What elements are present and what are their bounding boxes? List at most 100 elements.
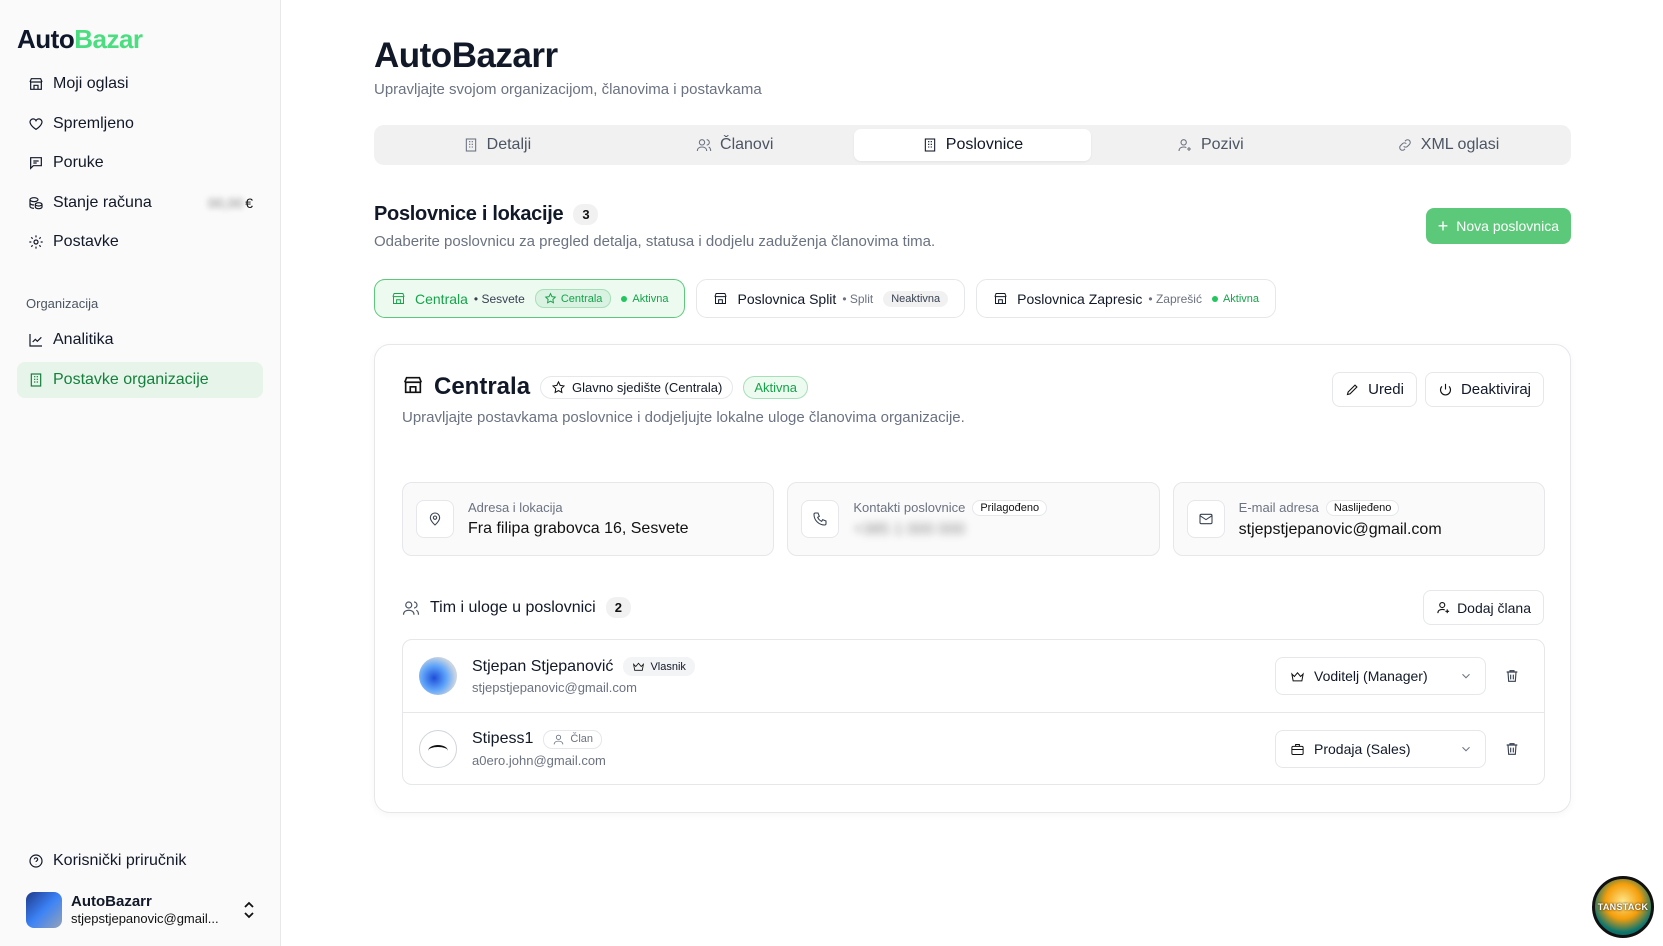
- member-tag: Član: [543, 729, 602, 749]
- new-branch-button[interactable]: + Nova poslovnica: [1425, 208, 1571, 244]
- tab-label: Pozivi: [1200, 136, 1244, 153]
- sidebar-item-postavke[interactable]: Postavke: [17, 224, 263, 260]
- card-actions: Uredi Deaktiviraj: [1324, 372, 1544, 407]
- branch-location: • Sesvete: [473, 291, 525, 306]
- user-plus-icon: [1437, 601, 1450, 614]
- building-icon: [924, 138, 935, 152]
- member-info: Stjepan Stjepanović Vlasnik stjepstjepan…: [472, 657, 695, 695]
- branch-name: Poslovnica Split: [737, 290, 837, 307]
- page-subtitle: Upravljajte svojom organizacijom, članov…: [374, 81, 762, 98]
- delete-member-button[interactable]: [1504, 741, 1520, 757]
- gear-icon: [27, 233, 45, 251]
- edit-button[interactable]: Uredi: [1332, 372, 1417, 407]
- store-icon: [714, 293, 728, 304]
- list-item: Stipess1 Član a0ero.john@gmail.com Proda…: [403, 712, 1544, 784]
- sidebar-item-moji-oglasi[interactable]: Moji oglasi: [17, 66, 263, 102]
- sidebar-item-poruke[interactable]: Poruke: [17, 145, 263, 181]
- role-select[interactable]: Prodaja (Sales): [1275, 730, 1486, 768]
- tab-pozivi[interactable]: Pozivi: [1091, 129, 1329, 161]
- tab-label: XML oglasi: [1420, 136, 1500, 153]
- add-member-button[interactable]: Dodaj člana: [1423, 590, 1544, 625]
- branch-selector: Centrala • Sesvete Centrala Aktivna Posl…: [374, 279, 1287, 319]
- users-icon: [402, 600, 420, 615]
- sidebar-item-prirucnik[interactable]: Korisnički priručnik: [17, 843, 263, 879]
- hq-badge: Centrala: [534, 289, 612, 308]
- sidebar-item-stanje-racuna[interactable]: Stanje računa 00,00 €: [17, 185, 263, 221]
- sidebar-item-label: Spremljeno: [53, 114, 134, 132]
- trash-icon: [1506, 743, 1518, 755]
- tab-xml-oglasi[interactable]: XML oglasi: [1329, 129, 1567, 161]
- message-icon: [27, 154, 45, 172]
- button-label: Nova poslovnica: [1456, 218, 1559, 234]
- sidebar-item-label: Moji oglasi: [53, 75, 129, 92]
- tab-label: Članovi: [720, 136, 774, 153]
- contacts-card: Kontakti poslovnice Prilagođeno +385 1 00…: [787, 482, 1160, 556]
- contacts-value: +385 1 000 000: [853, 520, 965, 538]
- star-icon: [551, 380, 566, 393]
- tab-bar: Detalji Članovi Poslovnice Pozivi XML og…: [374, 125, 1571, 165]
- mail-icon: [1186, 500, 1225, 538]
- tab-detalji[interactable]: Detalji: [378, 129, 616, 161]
- power-icon: [1439, 383, 1452, 396]
- email-label: E-mail adresa Naslijeđeno: [1239, 499, 1442, 516]
- plus-icon: +: [1437, 215, 1449, 236]
- sidebar-item-label: Korisnički priručnik: [53, 852, 187, 869]
- tanstack-devtools-button[interactable]: TANSTACK: [1592, 876, 1654, 938]
- sidebar-item-analitika[interactable]: Analitika: [17, 322, 263, 358]
- user-menu[interactable]: AutoBazarr stjepstjepanovic@gmail...: [26, 890, 256, 930]
- team-title: Tim i uloge u poslovnici: [430, 598, 596, 616]
- role-select[interactable]: Voditelj (Manager): [1275, 657, 1486, 695]
- store-icon: [402, 374, 434, 401]
- tab-label: Detalji: [486, 136, 532, 153]
- inherited-tag: Naslijeđeno: [1325, 499, 1400, 516]
- sidebar: AutoBazar Moji oglasi Spremljeno Poruke …: [0, 0, 281, 946]
- branch-title: Centrala: [434, 373, 531, 400]
- branch-chip-centrala[interactable]: Centrala • Sesvete Centrala Aktivna: [374, 279, 686, 318]
- sidebar-item-postavke-organizacije[interactable]: Postavke organizacije: [17, 361, 263, 398]
- deactivate-button[interactable]: Deaktiviraj: [1424, 372, 1544, 407]
- phone-icon: [801, 500, 840, 538]
- email-value: stjepstjepanovic@gmail.com: [1238, 520, 1442, 538]
- owner-tag: Vlasnik: [623, 657, 695, 676]
- section-title-text: Poslovnice i lokacije: [374, 203, 564, 225]
- briefcase-icon: [1291, 743, 1304, 755]
- crown-icon: [633, 662, 645, 671]
- user-icon: [554, 734, 564, 744]
- address-value: Fra filipa grabovca 16, Sesvete: [468, 520, 689, 537]
- pencil-icon: [1346, 384, 1358, 396]
- branch-chip-split[interactable]: Poslovnica Split • Split Neaktivna: [696, 279, 966, 318]
- sidebar-item-label: Poruke: [53, 154, 104, 171]
- member-name: Stjepan Stjepanović Vlasnik: [472, 657, 695, 676]
- status-badge: Aktivna: [621, 293, 668, 305]
- avatar: [26, 892, 62, 928]
- user-email: stjepstjepanovic@gmail...: [71, 911, 219, 926]
- building-icon: [27, 371, 45, 389]
- delete-member-button[interactable]: [1504, 668, 1520, 684]
- map-pin-icon: [416, 500, 454, 538]
- contacts-label: Kontakti poslovnice Prilagođeno: [853, 499, 1048, 516]
- member-email: a0ero.john@gmail.com: [472, 752, 606, 768]
- branch-chip-zapresic[interactable]: Poslovnica Zapresic • Zaprešić Aktivna: [976, 279, 1277, 318]
- address-label: Adresa i lokacija: [468, 500, 563, 515]
- org-nav: Analitika Postavke organizacije: [17, 322, 263, 401]
- branch-name: Poslovnica Zapresic: [1017, 290, 1143, 307]
- sidebar-item-spremljeno[interactable]: Spremljeno: [17, 106, 263, 142]
- address-card: Adresa i lokacija Fra filipa grabovca 16…: [402, 482, 775, 556]
- section-label-organizacija: Organizacija: [26, 296, 99, 311]
- member-name: Stipess1 Član: [472, 729, 606, 749]
- user-plus-icon: [1178, 139, 1191, 152]
- star-icon: [544, 292, 557, 304]
- sidebar-item-label: Analitika: [53, 331, 114, 348]
- card-header: Centrala Glavno sjedište (Centrala) Akti…: [402, 373, 808, 401]
- tab-poslovnice[interactable]: Poslovnice: [853, 129, 1092, 161]
- list-item: Stjepan Stjepanović Vlasnik stjepstjepan…: [403, 640, 1544, 712]
- account-balance: 00,00 €: [208, 194, 253, 211]
- avatar: [419, 657, 457, 695]
- status-badge: Aktivna: [743, 375, 808, 399]
- page-title: AutoBazarr: [374, 36, 558, 75]
- tab-clanovi[interactable]: Članovi: [616, 129, 854, 161]
- email-card: E-mail adresa Naslijeđeno stjepstjepanovi…: [1172, 482, 1545, 556]
- chart-icon: [27, 331, 45, 349]
- link-icon: [1399, 139, 1411, 151]
- app-logo[interactable]: AutoBazar: [17, 24, 143, 55]
